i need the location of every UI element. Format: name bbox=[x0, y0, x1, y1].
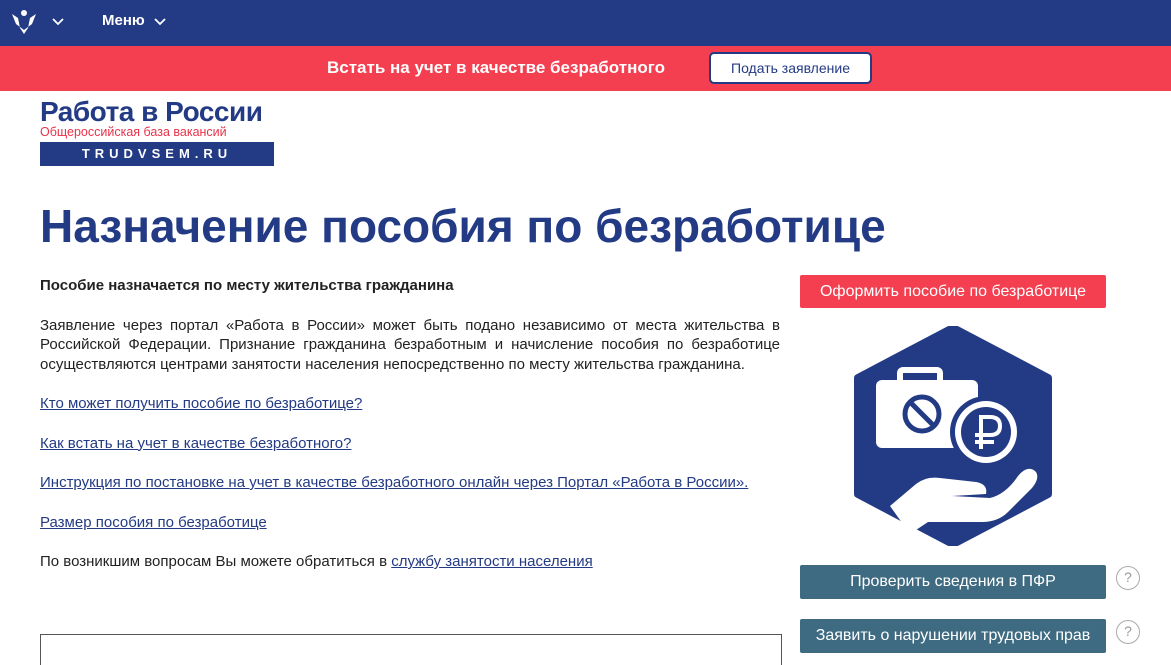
embedded-content-frame bbox=[40, 634, 782, 665]
submit-application-button[interactable]: Подать заявление bbox=[709, 52, 872, 84]
promo-banner: Встать на учет в качестве безработного bbox=[0, 46, 1171, 91]
link-employment-service[interactable]: службу занятости населения bbox=[391, 553, 593, 570]
info-paragraph: Заявление через портал «Работа в России»… bbox=[40, 316, 780, 373]
help-icon[interactable]: ? bbox=[1116, 566, 1140, 590]
help-icon[interactable]: ? bbox=[1116, 620, 1140, 644]
link-who-can-receive[interactable]: Кто может получить пособие по безработиц… bbox=[40, 394, 780, 414]
chevron-down-icon[interactable] bbox=[153, 14, 167, 28]
site-logo[interactable]: Работа в России Общероссийская база вака… bbox=[40, 98, 276, 168]
coat-of-arms-icon[interactable] bbox=[8, 6, 40, 38]
logo-domain: TRUDVSEM.RU bbox=[40, 142, 274, 166]
link-how-to-register[interactable]: Как встать на учет в качестве безработно… bbox=[40, 434, 780, 454]
logo-title: Работа в России bbox=[40, 96, 263, 127]
promo-text: Встать на учет в качестве безработного bbox=[327, 58, 665, 77]
benefit-hand-ruble-icon bbox=[854, 326, 1052, 546]
apply-benefit-button[interactable]: Оформить пособие по безработице bbox=[800, 275, 1106, 308]
menu-button[interactable]: Меню bbox=[102, 12, 145, 29]
contact-line: По возникшим вопросам Вы можете обратить… bbox=[40, 552, 780, 572]
link-online-instruction[interactable]: Инструкция по постановке на учет в качес… bbox=[40, 473, 780, 493]
page-title: Назначение пособия по безработице bbox=[40, 200, 886, 252]
top-navigation-bar: Меню bbox=[0, 0, 1171, 46]
link-benefit-amount[interactable]: Размер пособия по безработице bbox=[40, 513, 780, 533]
chevron-down-icon[interactable] bbox=[51, 14, 65, 28]
main-content: Пособие назначается по месту жительства … bbox=[40, 276, 780, 572]
lead-text: Пособие назначается по месту жительства … bbox=[40, 277, 454, 294]
check-pfr-button[interactable]: Проверить сведения в ПФР bbox=[800, 565, 1106, 599]
contact-prefix: По возникшим вопросам Вы можете обратить… bbox=[40, 553, 392, 570]
report-violation-button[interactable]: Заявить о нарушении трудовых прав bbox=[800, 619, 1106, 653]
logo-subtitle: Общероссийская база вакансий bbox=[40, 125, 227, 139]
